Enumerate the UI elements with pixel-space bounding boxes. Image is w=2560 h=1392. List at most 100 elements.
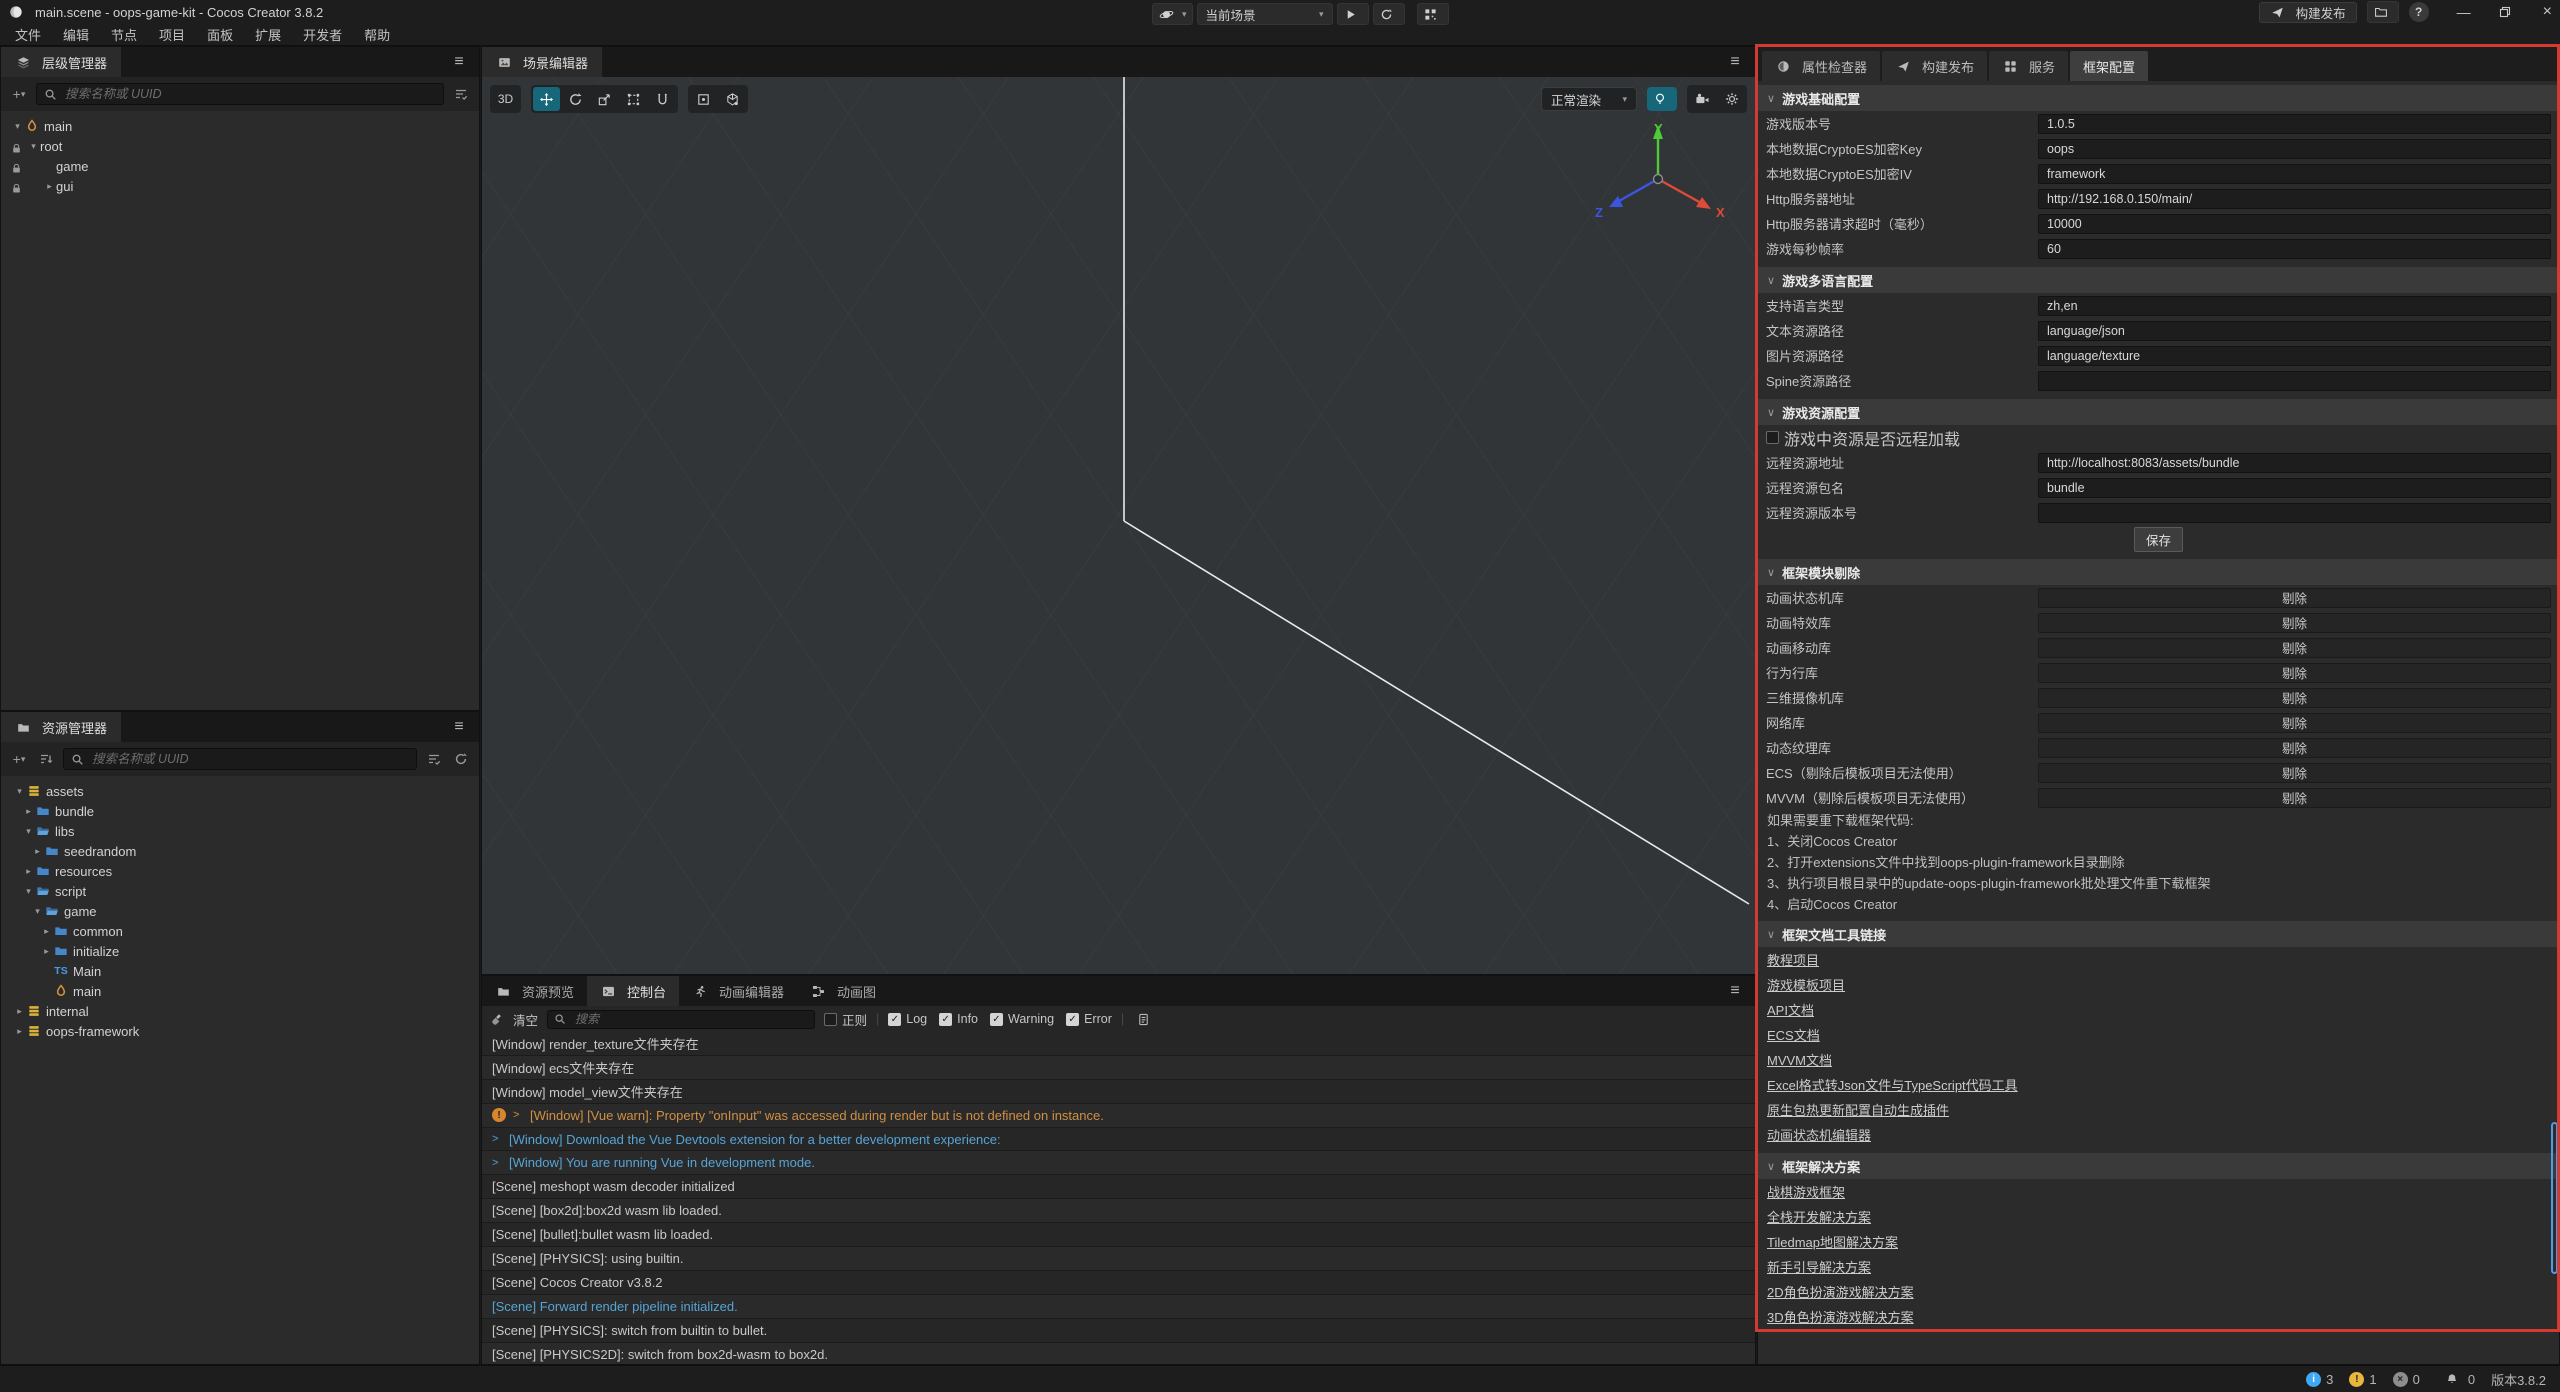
info-counter[interactable]: i 3 (2306, 1372, 2333, 1387)
console-tab[interactable]: 动画图 (797, 976, 889, 1006)
menu-item[interactable]: 面板 (196, 25, 244, 44)
tree-row[interactable]: TSMain (1, 961, 479, 981)
refresh-assets-button[interactable] (451, 748, 471, 770)
notification-counter[interactable]: 0 (2446, 1372, 2475, 1387)
pivot-toggle-button[interactable] (690, 87, 717, 111)
tab-scene-editor[interactable]: 场景编辑器 (482, 47, 602, 77)
console-tab[interactable]: 资源预览 (482, 976, 587, 1006)
doc-link[interactable]: 3D角色扮演游戏解决方案 (1767, 1307, 1914, 1326)
doc-link[interactable]: 原生包热更新配置自动生成插件 (1767, 1100, 1949, 1119)
save-button[interactable]: 保存 (2134, 527, 2183, 552)
config-input[interactable] (2038, 478, 2551, 498)
config-input[interactable] (2038, 164, 2551, 184)
config-input[interactable] (2038, 321, 2551, 341)
rect-tool-button[interactable] (620, 87, 647, 111)
chevron-right-icon[interactable]: ▸ (13, 1026, 26, 1037)
section-header[interactable]: ∨游戏基础配置 (1758, 85, 2559, 111)
scale-tool-button[interactable] (591, 87, 618, 111)
preview-platform-button[interactable]: ▾ (1152, 3, 1193, 25)
assets-search-input[interactable] (92, 752, 409, 766)
minimize-button[interactable]: — (2457, 4, 2471, 20)
chevron-right-icon[interactable]: ▸ (40, 926, 53, 937)
log-row[interactable]: [Scene] [box2d]:box2d wasm lib loaded. (482, 1199, 1755, 1223)
play-button[interactable] (1337, 3, 1369, 25)
log-row[interactable]: [Scene] Cocos Creator v3.8.2 (482, 1271, 1755, 1295)
chevron-down-icon[interactable]: ▾ (11, 121, 24, 132)
chevron-right-icon[interactable]: ▸ (40, 946, 53, 957)
console-menu-button[interactable]: ≡ (1715, 976, 1755, 1006)
doc-link[interactable]: ECS文档 (1767, 1025, 1820, 1044)
qr-code-button[interactable] (1417, 3, 1449, 25)
doc-link[interactable]: 教程项目 (1767, 950, 1819, 969)
tree-row[interactable]: ▸gui (1, 176, 479, 196)
remove-button[interactable]: 剔除 (2038, 663, 2551, 683)
log-file-button[interactable] (1133, 1008, 1153, 1030)
tree-row[interactable]: game (1, 156, 479, 176)
section-header[interactable]: ∨框架解决方案 (1758, 1153, 2559, 1179)
assets-search[interactable] (63, 748, 417, 770)
log-row[interactable]: >[Window] Download the Vue Devtools exte… (482, 1128, 1755, 1152)
hierarchy-search[interactable] (36, 83, 444, 105)
log-filter-checkbox[interactable]: ✓Info (939, 1012, 978, 1026)
tree-row[interactable]: ▸common (1, 921, 479, 941)
chevron-down-icon[interactable]: ▾ (22, 886, 35, 897)
scene-settings-gear-button[interactable] (1718, 87, 1745, 111)
log-row[interactable]: [Window] ecs文件夹存在 (482, 1056, 1755, 1080)
build-publish-button[interactable]: 构建发布 (2259, 2, 2357, 23)
expand-chevron-icon[interactable]: > (513, 1109, 523, 1121)
tree-row[interactable]: ▾libs (1, 821, 479, 841)
console-search-input[interactable] (575, 1012, 808, 1026)
open-project-folder-button[interactable] (2367, 1, 2399, 23)
warning-counter[interactable]: ! 1 (2349, 1372, 2376, 1387)
tree-row[interactable]: ▸initialize (1, 941, 479, 961)
section-header[interactable]: ∨框架文档工具链接 (1758, 921, 2559, 947)
config-input[interactable] (2038, 453, 2551, 473)
tree-row[interactable]: ▸seedrandom (1, 841, 479, 861)
tree-row[interactable]: ▸bundle (1, 801, 479, 821)
doc-link[interactable]: MVVM文档 (1767, 1050, 1832, 1069)
doc-link[interactable]: Excel格式转Json文件与TypeScript代码工具 (1767, 1075, 2018, 1094)
log-row[interactable]: [Scene] [PHYSICS]: switch from builtin t… (482, 1319, 1755, 1343)
remove-button[interactable]: 剔除 (2038, 738, 2551, 758)
log-row[interactable]: [Scene] [PHYSICS]: using builtin. (482, 1247, 1755, 1271)
console-tab[interactable]: 控制台 (587, 976, 679, 1006)
inspector-tab[interactable]: 属性检查器 (1762, 51, 1880, 81)
view-gizmo[interactable]: Y X Z (1583, 117, 1733, 247)
menu-item[interactable]: 文件 (4, 25, 52, 44)
ui-transform-tool-button[interactable] (649, 87, 676, 111)
tree-row[interactable]: ▸resources (1, 861, 479, 881)
maximize-button[interactable] (2497, 4, 2513, 20)
reload-button[interactable] (1373, 3, 1405, 25)
config-input[interactable] (2038, 189, 2551, 209)
log-row[interactable]: [Scene] [PHYSICS2D]: switch from box2d-w… (482, 1343, 1755, 1364)
tree-row[interactable]: ▾root (1, 136, 479, 156)
sort-assets-button[interactable] (36, 748, 56, 770)
chevron-right-icon[interactable]: ▸ (22, 806, 35, 817)
inspector-tab[interactable]: 框架配置 (2070, 51, 2148, 81)
doc-link[interactable]: Tiledmap地图解决方案 (1767, 1232, 1898, 1251)
log-row[interactable]: [Window] model_view文件夹存在 (482, 1080, 1755, 1104)
doc-link[interactable]: API文档 (1767, 1000, 1814, 1019)
config-input[interactable] (2038, 214, 2551, 234)
chevron-down-icon[interactable]: ▾ (13, 786, 26, 797)
menu-item[interactable]: 开发者 (292, 25, 353, 44)
section-header[interactable]: ∨游戏多语言配置 (1758, 267, 2559, 293)
section-header[interactable]: ∨游戏资源配置 (1758, 399, 2559, 425)
tree-row[interactable]: ▸oops-framework (1, 1021, 479, 1041)
config-input[interactable] (2038, 139, 2551, 159)
log-row[interactable]: [Window] render_texture文件夹存在 (482, 1032, 1755, 1056)
config-input[interactable] (2038, 296, 2551, 316)
tree-row[interactable]: ▾assets (1, 781, 479, 801)
remove-button[interactable]: 剔除 (2038, 588, 2551, 608)
config-input[interactable] (2038, 503, 2551, 523)
menu-item[interactable]: 帮助 (353, 25, 401, 44)
doc-link[interactable]: 全栈开发解决方案 (1767, 1207, 1871, 1226)
doc-link[interactable]: 战棋游戏框架 (1767, 1182, 1845, 1201)
log-filter-checkbox[interactable]: ✓Warning (990, 1012, 1054, 1026)
close-button[interactable]: × (2543, 3, 2552, 21)
doc-link[interactable]: 游戏模板项目 (1767, 975, 1845, 994)
doc-link[interactable]: 2D角色扮演游戏解决方案 (1767, 1282, 1914, 1301)
tree-row[interactable]: ▾game (1, 901, 479, 921)
log-row[interactable]: !>[Window] [Vue warn]: Property "onInput… (482, 1104, 1755, 1128)
assets-menu-button[interactable]: ≡ (439, 712, 479, 742)
